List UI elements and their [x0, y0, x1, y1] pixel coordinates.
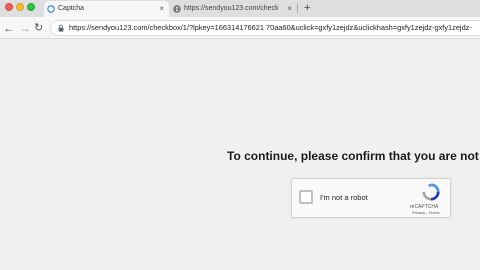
window-minimize-control[interactable]: [16, 3, 24, 11]
captcha-checkbox[interactable]: [299, 190, 313, 204]
window-close-control[interactable]: [5, 3, 13, 11]
recaptcha-widget: I'm not a robot reCAPTCHA Privacy - Term…: [291, 178, 451, 218]
page-headline: To continue, please confirm that you are…: [227, 149, 480, 163]
close-icon[interactable]: ×: [287, 1, 292, 17]
tab-bar: Captcha × https://sendyou123.com/checkb …: [0, 0, 480, 17]
recaptcha-logo-icon: [422, 183, 440, 201]
close-icon[interactable]: ×: [159, 1, 164, 17]
tab-label: Captcha: [58, 5, 85, 12]
back-button[interactable]: ←: [3, 17, 15, 39]
tab-label: https://sendyou123.com/checkb: [184, 5, 279, 12]
recaptcha-icon: [47, 5, 55, 13]
tab-sendyou[interactable]: https://sendyou123.com/checkb ×: [170, 1, 297, 17]
tab-captcha[interactable]: Captcha ×: [44, 1, 169, 17]
globe-icon: [173, 5, 181, 13]
new-tab-button[interactable]: +: [304, 0, 310, 16]
captcha-label: I'm not a robot: [320, 193, 368, 202]
lock-icon: [58, 24, 64, 32]
window-zoom-control[interactable]: [27, 3, 35, 11]
recaptcha-privacy-terms[interactable]: Privacy - Terms: [412, 210, 439, 215]
tab-separator: [297, 4, 298, 13]
address-url: https://sendyou123.com/checkbox/1/?lpkey…: [69, 23, 472, 32]
forward-button[interactable]: →: [19, 17, 31, 39]
browser-toolbar: ← → ↻ https://sendyou123.com/checkbox/1/…: [0, 17, 480, 39]
address-bar[interactable]: https://sendyou123.com/checkbox/1/?lpkey…: [50, 20, 480, 36]
reload-button[interactable]: ↻: [34, 17, 43, 39]
